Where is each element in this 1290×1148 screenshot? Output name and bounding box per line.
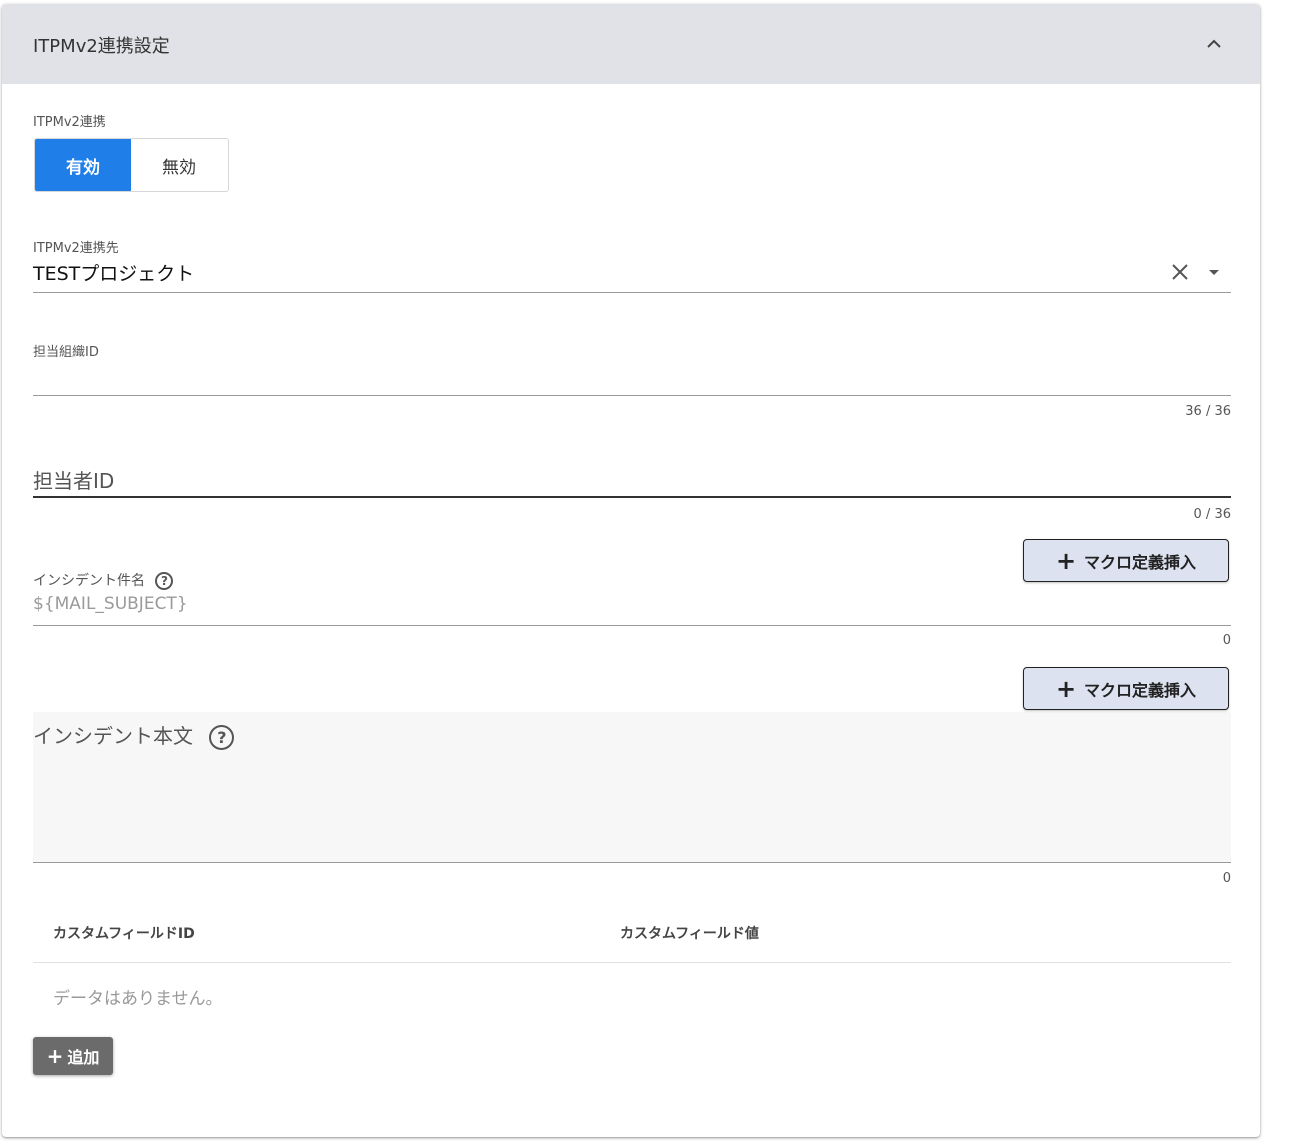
destination-label: ITPMv2連携先 (33, 241, 119, 256)
assignee-id-underline (33, 496, 1231, 498)
itpm-settings-card: ITPMv2連携設定 ITPMv2連携 有効 無効 ITPMv2連携先 TEST… (2, 4, 1260, 1137)
chevron-up-icon (1207, 39, 1221, 48)
help-icon[interactable]: ? (155, 572, 174, 590)
org-id-underline (33, 395, 1231, 396)
destination-select-value[interactable]: TESTプロジェクト (33, 259, 194, 286)
org-id-input[interactable] (33, 360, 1231, 394)
body-underline (33, 862, 1231, 863)
org-id-counter: 36 / 36 (1185, 404, 1231, 419)
destination-underline (33, 292, 1231, 293)
subject-counter: 0 (1222, 633, 1231, 648)
body-macro-insert-button[interactable]: + マクロ定義挿入 (1023, 667, 1229, 710)
plus-icon: + (46, 1044, 64, 1068)
plus-icon: + (1055, 674, 1077, 703)
subject-label-row: インシデント件名 ? (33, 570, 174, 590)
enable-toggle-button[interactable]: 有効 (35, 139, 131, 191)
subject-input[interactable]: ${MAIL_SUBJECT} (33, 594, 188, 614)
integration-label: ITPMv2連携 (33, 115, 106, 130)
subject-macro-insert-button[interactable]: + マクロ定義挿入 (1023, 539, 1229, 582)
subject-macro-label: マクロ定義挿入 (1084, 552, 1197, 572)
assignee-id-input[interactable] (33, 459, 1231, 495)
integration-toggle: 有効 無効 (34, 138, 229, 192)
disable-toggle-button[interactable]: 無効 (131, 139, 227, 191)
panel-title: ITPMv2連携設定 (33, 36, 170, 57)
column-header-custom-field-value[interactable]: カスタムフィールド値 (620, 923, 759, 943)
subject-label: インシデント件名 (33, 573, 145, 589)
org-id-label: 担当組織ID (33, 345, 99, 360)
add-custom-field-button[interactable]: + 追加 (33, 1037, 113, 1075)
dropdown-arrow-icon[interactable] (1204, 262, 1224, 282)
table-empty-message: データはありません。 (53, 989, 223, 1009)
assignee-id-counter: 0 / 36 (1193, 507, 1231, 522)
body-counter: 0 (1222, 871, 1231, 886)
body-label-row: インシデント本文 ? (33, 720, 235, 750)
clear-icon[interactable] (1168, 260, 1192, 284)
column-header-custom-field-id[interactable]: カスタムフィールドID (53, 923, 195, 943)
body-macro-label: マクロ定義挿入 (1084, 680, 1197, 700)
subject-underline (33, 625, 1231, 626)
table-divider (33, 962, 1231, 963)
panel-header[interactable]: ITPMv2連携設定 (2, 4, 1260, 84)
help-icon[interactable]: ? (209, 725, 235, 750)
add-button-label: 追加 (67, 1048, 100, 1067)
body-label: インシデント本文 (33, 724, 193, 748)
plus-icon: + (1055, 546, 1077, 575)
collapse-button[interactable] (1200, 30, 1228, 58)
